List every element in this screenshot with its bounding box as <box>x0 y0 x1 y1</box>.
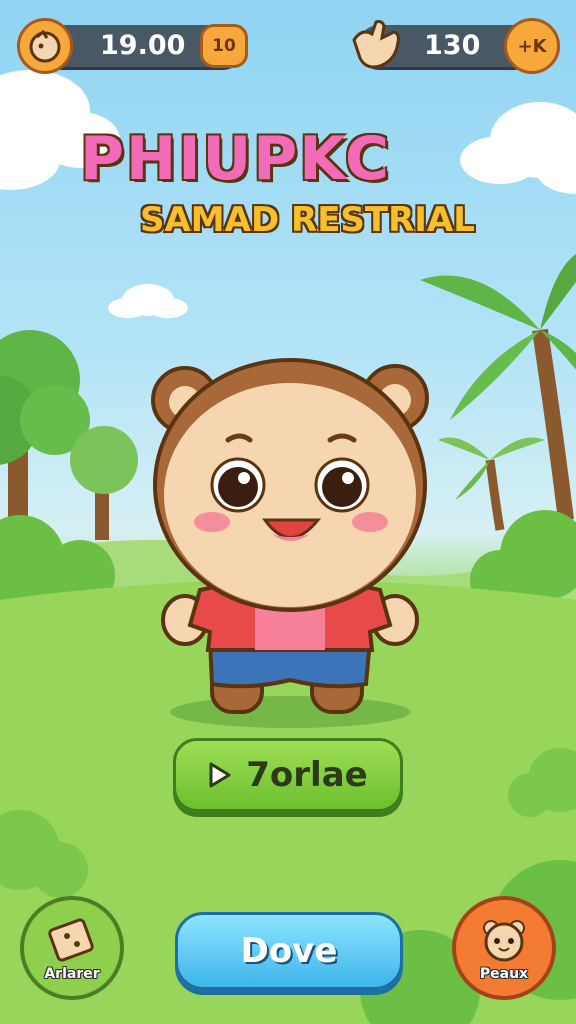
play-button-label: 7orlae <box>246 755 368 795</box>
add-currency-button[interactable]: +K <box>504 18 560 74</box>
right-corner-label: Peaux <box>479 966 529 982</box>
coin-icon[interactable] <box>17 18 73 74</box>
play-icon <box>209 762 231 788</box>
hand-count: 130 <box>424 30 481 61</box>
main-action-label: Dove <box>240 931 338 971</box>
left-corner-button[interactable]: Arlarer <box>20 896 124 1000</box>
coin-count: 19.00 <box>100 30 186 61</box>
game-logo: PHIUPKC SAMAD RESTRIAL <box>0 118 576 248</box>
tree-mid-left <box>70 426 138 540</box>
logo-title: PHIUPKC <box>80 124 392 194</box>
cloud-small <box>108 284 188 318</box>
left-corner-label: Arlarer <box>44 966 100 982</box>
hand-icon <box>352 20 400 69</box>
tree-left <box>0 330 90 520</box>
character-face-icon <box>483 920 525 962</box>
main-action-button[interactable]: Dove <box>175 912 403 990</box>
logo-subtitle: SAMAD RESTRIAL <box>140 200 475 240</box>
level-badge[interactable]: 10 <box>200 24 248 68</box>
puzzle-icon <box>48 918 94 962</box>
palm-tree-right <box>420 254 576 521</box>
play-button[interactable]: 7orlae <box>173 738 403 812</box>
right-corner-button[interactable]: Peaux <box>452 896 556 1000</box>
